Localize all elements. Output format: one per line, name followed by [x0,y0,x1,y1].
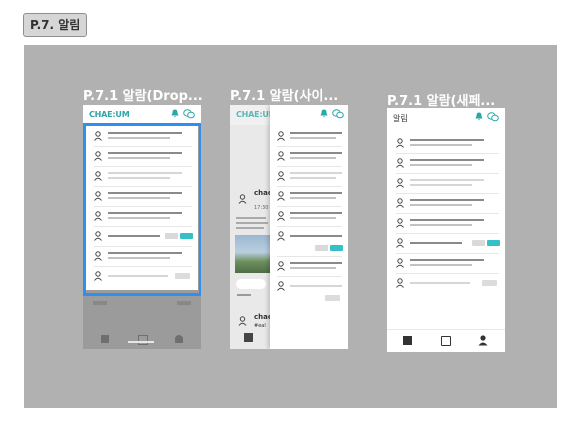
notification-item[interactable] [387,254,505,274]
avatar-icon [277,211,285,221]
avatar-icon [396,138,404,148]
avatar-icon [277,281,285,291]
avatar-icon [396,178,404,188]
avatar-icon [396,218,404,228]
notification-item[interactable] [387,214,505,234]
app-header: CHAE:UM [83,105,201,125]
notification-item[interactable] [387,134,505,154]
design-canvas: P.7.1 알람(Drop... P.7.1 알람(사이... P.7.1 알람… [24,45,557,408]
frame-side[interactable]: CHAE:UM chacha 17:30 chacha #eal [230,105,348,349]
notification-item[interactable] [270,257,348,277]
person-icon[interactable] [478,335,488,346]
accept-button[interactable] [487,240,500,246]
notification-item-friend-request[interactable] [270,227,348,257]
feed-time: 17:30 [254,205,269,211]
notification-item-friend-request[interactable] [387,234,505,254]
avatar-icon [238,194,247,204]
notification-item[interactable] [270,167,348,187]
home-icon[interactable] [403,336,412,345]
avatar-icon [277,261,285,271]
reject-button[interactable] [315,245,328,251]
avatar-icon [277,131,285,141]
frame-title-side[interactable]: P.7.1 알람(사이... [230,85,338,104]
notification-item[interactable] [270,127,348,147]
notification-item[interactable] [270,187,348,207]
avatar-icon [277,231,285,241]
avatar-icon [277,171,285,181]
square-icon[interactable] [138,335,148,345]
selection-outline [83,123,201,296]
notification-item-declined[interactable] [387,274,505,294]
home-indicator [128,341,154,343]
frame-title-dropdown[interactable]: P.7.1 알람(Drop... [83,85,203,104]
avatar-icon [396,258,404,268]
accept-button[interactable] [330,245,343,251]
notification-item-declined[interactable] [270,277,348,307]
notification-drawer [270,105,348,349]
bell-icon[interactable] [320,109,328,118]
app-logo: CHAE:UM [89,110,130,119]
chat-icon[interactable] [487,112,499,122]
frame-title-newpage[interactable]: P.7.1 알람(새페... [387,90,495,109]
notification-item[interactable] [270,147,348,167]
home-icon[interactable] [101,335,109,343]
avatar-icon [396,278,404,288]
bell-icon[interactable] [475,112,483,121]
person-icon[interactable] [175,335,183,343]
chat-icon[interactable] [332,109,344,119]
frame-dropdown[interactable]: CHAE:UM [83,105,201,349]
tab-bar [387,329,505,352]
bell-icon[interactable] [171,109,179,118]
declined-badge [325,295,340,301]
avatar-icon [277,151,285,161]
chat-icon[interactable] [183,109,195,119]
notification-item[interactable] [387,174,505,194]
reject-button[interactable] [472,240,485,246]
feed-chip: #eal [254,323,266,329]
notification-item[interactable] [270,207,348,227]
avatar-icon [277,191,285,201]
section-label: P.7. 알림 [23,13,88,37]
home-icon[interactable] [244,333,253,342]
avatar-icon [396,158,404,168]
page-title: 알림 [393,114,408,123]
avatar-icon [396,198,404,208]
feed-image [235,235,270,273]
square-icon[interactable] [441,336,451,346]
avatar-icon [396,238,404,248]
avatar-icon [238,316,247,326]
app-header: 알림 [387,108,505,128]
feed-comment-pill[interactable] [236,279,266,289]
declined-badge [482,280,497,286]
frame-newpage[interactable]: 알림 [387,108,505,352]
tab-bar [83,329,201,349]
notification-item[interactable] [387,154,505,174]
notification-item[interactable] [387,194,505,214]
